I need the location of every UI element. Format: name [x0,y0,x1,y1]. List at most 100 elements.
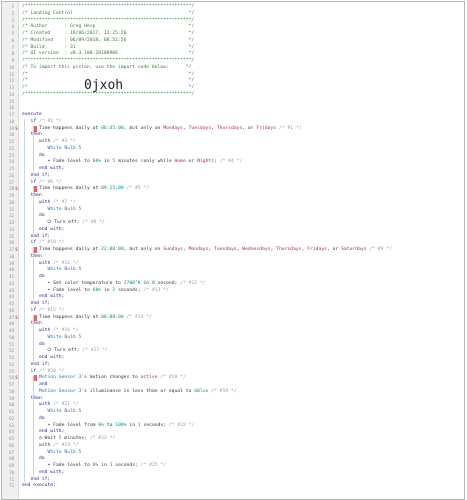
code-line[interactable]: 64 end with; [2,429,464,435]
code-line[interactable]: 10 /* To import this piston, use the impo… [2,65,464,71]
code-line[interactable]: 4 /* Author : Greg Hesp */ [2,24,464,30]
code-line[interactable]: 58 Motion Sensor 3's illuminance is less … [2,389,464,395]
code-line[interactable]: 67 White Bulb 5 [2,450,464,456]
code-line[interactable]: 14/*************************************… [2,92,464,98]
code-text: ◷ Wait 5 minutes; /* #23 */ [39,436,115,442]
code-line[interactable]: 45 end if; [2,301,464,307]
token-ky: Wednesdays [242,247,271,252]
code-line[interactable]: 63 • Fade level from 0% to 100% in 1 seco… [2,423,464,429]
code-line[interactable]: 30 with /* #7 */ [2,200,464,206]
code-line[interactable]: 52 ⏻ Turn off; /* #17 */ [2,348,464,354]
code-line[interactable]: 15 [2,99,464,105]
token-dev[interactable]: White Bulb 5 [48,450,82,455]
code-line[interactable]: 35 end if; [2,234,464,240]
code-line[interactable]: 32 do [2,213,464,219]
token-dev[interactable]: Motion Sensor 3 [39,389,81,394]
code-text: end if; [31,234,51,240]
code-line[interactable]: 18 if /* #2 */ [2,119,464,125]
code-line[interactable]: 66 with /* #24 */ [2,443,464,449]
code-line[interactable]: 44 end with; [2,294,464,300]
token-dev[interactable]: White Bulb 5 [48,409,82,414]
code-line[interactable]: 6 /* Modified : 06/09/2018, 08:52:56 */ [2,38,464,44]
code-line[interactable]: 51 do [2,342,464,348]
code-line[interactable]: 9 /**************************************… [2,58,464,64]
line-number: 22 [9,145,14,151]
code-line[interactable]: 69 • Fade level to 0% in 1 seconds; /* #2… [2,463,464,469]
token-pl: 's motion changes to [81,375,141,381]
code-line[interactable]: 59 then [2,396,464,402]
code-line[interactable]: 17 execute [2,112,464,118]
code-text: /***************************************… [22,4,194,10]
line-number: 49 [9,328,14,333]
code-line[interactable]: 8 /* UI version : v0.3.108.20180906 */ [2,51,464,57]
code-line[interactable]: 49 with /* #16 */ [2,328,464,334]
code-line[interactable]: 16 [2,105,464,111]
subscription-marker: S [15,314,18,320]
code-line[interactable]: 47 S Time happens daily at 00:00:00 /* #14… [2,314,464,321]
code-line[interactable]: 39 with /* #11 */ [2,261,464,267]
token-nm: /* #23 */ [87,436,116,441]
code-line[interactable]: 41 do [2,274,464,280]
token-nm: /* #8 */ [79,220,105,225]
token-pl: • Fade level to [47,159,93,165]
code-line[interactable]: 19 S Time happens daily at 06:45:00, but o… [2,125,464,132]
token-dev[interactable]: White Bulb 5 [48,207,82,212]
code-line[interactable]: 61 White Bulb 5 [2,409,464,415]
code-line[interactable]: 23 do [2,153,464,159]
code-line[interactable]: 21 with /* #3 */ [2,139,464,145]
code-line[interactable]: 1 /**************************************… [2,4,464,10]
code-line[interactable]: 54 end if; [2,362,464,368]
token-dev[interactable]: White Bulb 5 [48,146,82,151]
code-line[interactable]: 53 end with; [2,355,464,361]
code-line[interactable]: 3 /**************************************… [2,18,464,24]
code-line[interactable]: 71 end if; [2,477,464,483]
token-cmt: /***************************************… [22,17,195,23]
code-line[interactable]: 70 end with; [2,470,464,476]
code-line[interactable]: 55 if /* #20 */ [2,369,464,375]
code-line[interactable]: 50 White Bulb 5 [2,335,464,341]
code-line[interactable]: 20 then [2,132,464,138]
token-dev[interactable]: White Bulb 5 [48,335,82,340]
code-line[interactable]: 42 • Set color temperature to 2700°K in 0… [2,281,464,287]
token-nm: /* #11 */ [50,260,79,266]
code-line[interactable]: 46 if /* #15 */ [2,308,464,314]
code-line[interactable]: 56 S Motion Sensor 3's motion changes to a… [2,375,464,382]
code-line[interactable]: 34 end with; [2,227,464,233]
code-line[interactable]: 37 S Time happens daily at 22:00:00, but o… [2,247,464,253]
code-line[interactable]: 68 do [2,456,464,462]
code-line[interactable]: 24 • Fade level to 60% in 5 minutes (only… [2,159,464,165]
line-number: 50 [9,334,14,340]
code-line[interactable]: 65 ◷ Wait 5 minutes; /* #23 */ [2,436,464,442]
code-line[interactable]: 11 /* */ [2,72,464,78]
code-line[interactable]: 2 /* Landing Control */ [2,11,464,17]
code-line[interactable]: 38 then [2,254,464,260]
code-line[interactable]: 48 then [2,321,464,327]
token-pl: Time happens daily at [39,314,102,320]
code-line[interactable]: 27 if /* #6 */ [2,180,464,186]
code-line[interactable]: 31 White Bulb 5 [2,207,464,213]
code-line[interactable]: 7 /* Build : 31 */ [2,45,464,51]
code-line[interactable]: 25 end with; [2,166,464,172]
piston-code-viewer: 1 /**************************************… [1,1,465,500]
code-line[interactable]: 62 do [2,416,464,422]
token-ky: Tuesdays [214,247,237,252]
code-line[interactable]: 13/* */ [2,85,464,91]
code-line[interactable]: 36 if /* #10 */ [2,240,464,246]
code-line[interactable]: 5 /* Created : 16/06/2017, 12:25:20 */ [2,31,464,37]
code-line[interactable]: 57 and [2,382,464,388]
code-line[interactable]: 43 • Fade level to 60% in 2 seconds; /* #… [2,288,464,294]
token-num: 06:45:00 [101,125,124,131]
code-line[interactable]: 40 White Bulb 5 [2,267,464,273]
code-line[interactable]: 26 end if; [2,173,464,179]
code-line[interactable]: 28 S Time happens daily at 09:15:00 /* #5 … [2,186,464,193]
token-dev[interactable]: Motion Sensor 3 [39,375,81,380]
code-line[interactable]: 12/* */ [2,78,464,84]
code-line[interactable]: 72 end execute; [2,483,464,489]
code-line[interactable]: 29 then [2,193,464,199]
code-line[interactable]: 60 with /* #21 */ [2,402,464,408]
code-line[interactable]: 22 White Bulb 5 [2,146,464,152]
line-number: 6 [11,37,14,43]
token-dev[interactable]: White Bulb 5 [48,267,82,272]
line-number: 54 [9,361,14,367]
code-line[interactable]: 33 ⏻ Turn off; /* #8 */ [2,220,464,226]
